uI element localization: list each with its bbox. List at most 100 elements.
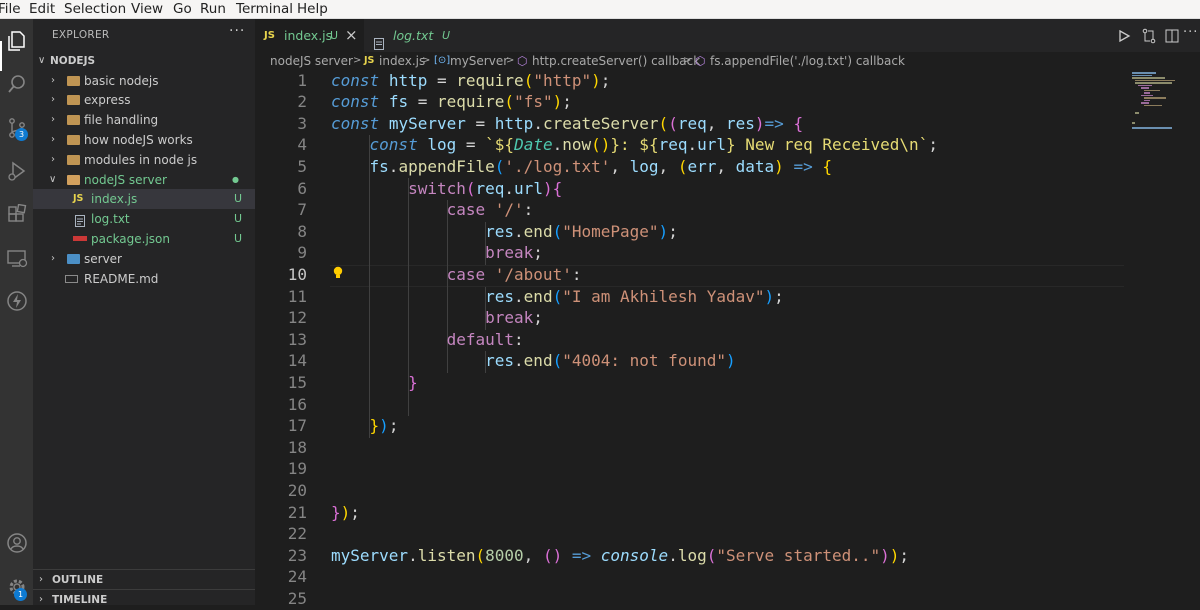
breadcrumb-folder[interactable]: nodeJS server [270, 52, 353, 70]
code-line[interactable]: 5 fs.appendFile('./log.txt', log, (err, … [255, 156, 1200, 178]
code-text[interactable]: }); [331, 415, 399, 437]
close-icon[interactable]: × [345, 19, 358, 52]
code-text[interactable]: fs.appendFile('./log.txt', log, (err, da… [331, 156, 832, 178]
code-line[interactable]: 4 const log = `${Date.now()}: ${req.url}… [255, 134, 1200, 156]
code-text[interactable]: const log = `${Date.now()}: ${req.url} N… [331, 134, 938, 156]
accounts-icon[interactable] [0, 527, 33, 559]
code-line[interactable]: 17 }); [255, 415, 1200, 437]
code-editor[interactable]: 1 const http = require("http"); 2 const fs … [255, 70, 1200, 605]
line-number: 9 [297, 243, 307, 263]
menu-run[interactable]: Run [200, 0, 226, 18]
code-line[interactable]: 13 default: [255, 329, 1200, 351]
breadcrumb-symbol[interactable]: myServer [450, 52, 508, 70]
menu-view[interactable]: View [131, 0, 163, 18]
code-text[interactable]: const myServer = http.createServer((req,… [331, 113, 803, 135]
tree-item-label: index.js [91, 192, 138, 207]
code-line[interactable]: 15 } [255, 372, 1200, 394]
menu-edit[interactable]: Edit [29, 0, 55, 18]
split-editor-icon[interactable] [1165, 28, 1179, 47]
run-debug-icon[interactable] [0, 155, 33, 187]
code-text[interactable]: break; [331, 307, 543, 329]
tree-item-index-js[interactable]: JS index.js U [33, 189, 255, 210]
breadcrumb-symbol[interactable]: fs.appendFile('./log.txt') callback [710, 52, 905, 70]
line-number: 25 [287, 588, 307, 605]
tree-item-nodejs-server[interactable]: ∨ nodeJS server ● [33, 170, 255, 190]
tree-item-how-nodejs-works[interactable]: › how nodeJS works [33, 130, 255, 150]
menu-terminal[interactable]: Terminal [236, 0, 293, 18]
run-code-icon[interactable] [1117, 28, 1131, 47]
code-text[interactable]: const http = require("http"); [331, 70, 610, 91]
code-line[interactable]: 9 break; [255, 242, 1200, 264]
code-text[interactable]: default: [331, 329, 524, 351]
code-text[interactable]: const fs = require("fs"); [331, 91, 572, 113]
code-line[interactable]: 12 break; [255, 307, 1200, 329]
outline-section[interactable]: › OUTLINE [33, 569, 255, 590]
breadcrumb-symbol[interactable]: http.createServer() callback [532, 52, 700, 70]
code-text[interactable]: switch(req.url){ [331, 178, 562, 200]
code-text[interactable]: case '/about': [331, 264, 582, 286]
tab-index-js[interactable]: JS index.js U × [255, 19, 363, 52]
code-text[interactable]: case '/': [331, 199, 534, 221]
lightbulb-icon[interactable] [332, 265, 344, 284]
workspace-root[interactable]: ∨ NODEJS [33, 51, 255, 71]
code-line[interactable]: 14 res.end("4004: not found") [255, 350, 1200, 372]
code-text[interactable]: res.end("4004: not found") [331, 350, 736, 372]
menu-help[interactable]: Help [297, 0, 328, 18]
tree-item-file-handling[interactable]: › file handling [33, 110, 255, 130]
code-line[interactable]: 18 [255, 437, 1200, 459]
search-icon[interactable] [0, 68, 33, 100]
tree-item-server[interactable]: › server [33, 249, 255, 269]
code-text[interactable]: myServer.listen(8000, () => console.log(… [331, 545, 909, 567]
chevron-right-icon: › [39, 574, 43, 585]
menu-selection[interactable]: Selection [64, 0, 126, 18]
code-line[interactable]: 16 [255, 394, 1200, 416]
code-text[interactable]: res.end("HomePage"); [331, 221, 678, 243]
code-line[interactable]: 7 case '/': [255, 199, 1200, 221]
code-line[interactable]: 2 const fs = require("fs"); [255, 91, 1200, 113]
menu-bar: File Edit Selection View Go Run Terminal… [0, 0, 1200, 19]
code-line[interactable]: 11 res.end("I am Akhilesh Yadav"); [255, 286, 1200, 308]
code-line[interactable]: 3 const myServer = http.createServer((req… [255, 113, 1200, 135]
untracked-badge: U [234, 192, 243, 206]
chevron-right-icon: › [51, 153, 55, 165]
code-line[interactable]: 6 switch(req.url){ [255, 178, 1200, 200]
explorer-icon[interactable] [0, 25, 33, 57]
tree-item-readme[interactable]: README.md [33, 269, 255, 289]
chevron-right-icon: › [51, 94, 55, 106]
minimap-line [1144, 99, 1150, 101]
line-number: 5 [297, 156, 307, 176]
code-line[interactable]: 20 [255, 480, 1200, 502]
tree-item-express[interactable]: › express [33, 90, 255, 110]
code-text[interactable]: } [331, 372, 418, 394]
more-actions-icon[interactable]: ··· [1183, 25, 1198, 40]
tree-item-package-json[interactable]: package.json U [33, 229, 255, 249]
code-line[interactable]: 1 const http = require("http"); [255, 70, 1200, 91]
tree-item-basic-nodejs[interactable]: › basic nodejs [33, 71, 255, 91]
minimap[interactable] [1130, 70, 1190, 130]
timeline-section[interactable]: › TIMELINE [33, 589, 255, 610]
tree-item-log-txt[interactable]: log.txt U [33, 209, 255, 229]
code-line[interactable]: 25 [255, 588, 1200, 605]
code-text[interactable]: }); [331, 502, 360, 524]
code-line[interactable]: 19 [255, 458, 1200, 480]
activity-bar: 3 1 [0, 19, 33, 605]
code-line[interactable]: 8 res.end("HomePage"); [255, 221, 1200, 243]
js-file-icon: JS [73, 193, 84, 205]
thunder-client-icon[interactable] [0, 285, 33, 317]
menu-file[interactable]: File [0, 0, 21, 18]
compare-changes-icon[interactable] [1141, 28, 1157, 48]
code-text[interactable]: res.end("I am Akhilesh Yadav"); [331, 286, 784, 308]
remote-explorer-icon[interactable] [0, 243, 33, 275]
tab-log-txt[interactable]: log.txt U [363, 19, 460, 52]
extensions-icon[interactable] [0, 199, 33, 231]
code-line[interactable]: 24 [255, 566, 1200, 588]
breadcrumb-file[interactable]: index.js [379, 52, 425, 70]
code-line[interactable]: 21}); [255, 502, 1200, 524]
explorer-more-button[interactable]: ··· [229, 23, 245, 39]
tree-item-modules[interactable]: › modules in node js [33, 150, 255, 170]
menu-go[interactable]: Go [173, 0, 192, 18]
code-line[interactable]: 23 myServer.listen(8000, () => console.lo… [255, 545, 1200, 567]
code-line[interactable]: 10 case '/about': [255, 264, 1200, 286]
code-line[interactable]: 22 [255, 523, 1200, 545]
code-text[interactable]: break; [331, 242, 543, 264]
